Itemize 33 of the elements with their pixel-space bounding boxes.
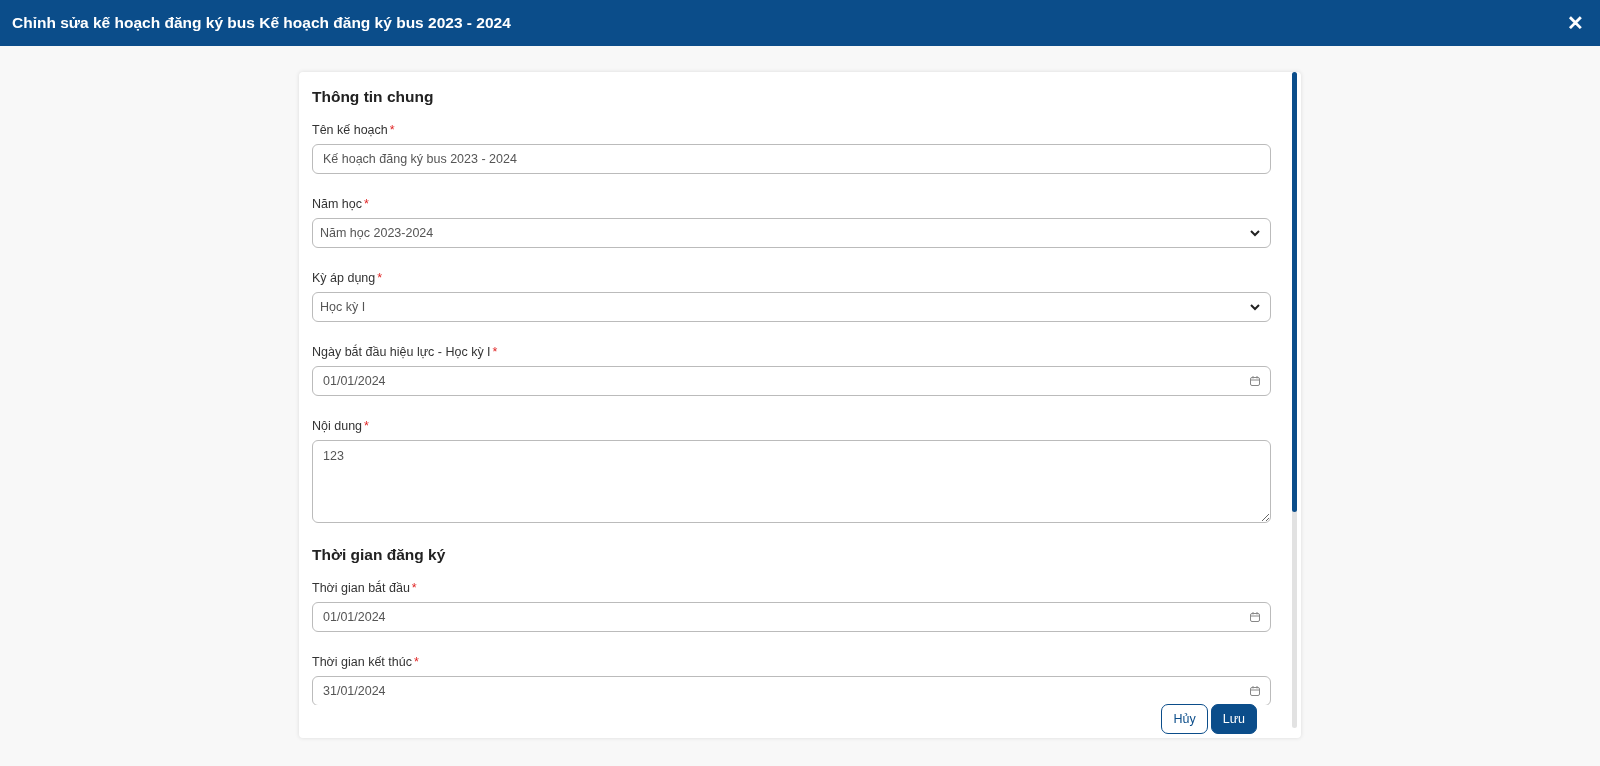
required-mark: * <box>492 345 498 359</box>
required-mark: * <box>364 419 369 433</box>
required-mark: * <box>411 581 417 595</box>
chevron-down-icon <box>1250 303 1260 311</box>
select-field[interactable]: Học kỳ I <box>312 292 1271 322</box>
textarea-field[interactable]: 123 <box>312 440 1271 523</box>
section-title: Thời gian đăng ký <box>312 546 447 564</box>
field-label: Ngày bắt đầu hiệu lực - Học kỳ I <box>312 345 491 359</box>
chevron-down-icon <box>1250 229 1260 237</box>
required-mark: * <box>364 197 369 211</box>
select-field[interactable]: Năm học 2023-2024 <box>312 218 1271 248</box>
cancel-button[interactable]: Hủy <box>1161 704 1208 734</box>
section-title: Thông tin chung <box>312 88 435 106</box>
field-label: Thời gian bắt đầu <box>312 581 410 595</box>
save-button[interactable]: Lưu <box>1210 704 1257 734</box>
required-mark: * <box>389 123 395 137</box>
date-field[interactable]: 01/01/2024 <box>312 366 1271 396</box>
field-label: Năm học <box>312 197 363 211</box>
calendar-icon <box>1250 376 1260 386</box>
required-mark: * <box>377 271 383 285</box>
window-title: Chỉnh sửa kế hoạch đăng ký bus Kế hoạch đăng ký bus 2023 - 2024 <box>12 14 511 32</box>
calendar-icon <box>1250 686 1260 696</box>
field-label: Kỳ áp dụng <box>312 271 376 285</box>
field-label: Tên kế hoạch <box>312 123 388 137</box>
field-label: Nội dung <box>312 419 363 433</box>
scrollbar-thumb[interactable] <box>1292 72 1297 512</box>
date-field[interactable]: 31/01/2024 <box>312 676 1271 705</box>
input-field[interactable]: Kế hoạch đăng ký bus 2023 - 2024 <box>312 144 1271 174</box>
field-label: Thời gian kết thúc <box>312 655 412 669</box>
date-field[interactable]: 01/01/2024 <box>312 602 1271 632</box>
required-mark: * <box>413 655 419 669</box>
close-button[interactable]: ✕ <box>1563 11 1588 35</box>
calendar-icon <box>1250 612 1260 622</box>
